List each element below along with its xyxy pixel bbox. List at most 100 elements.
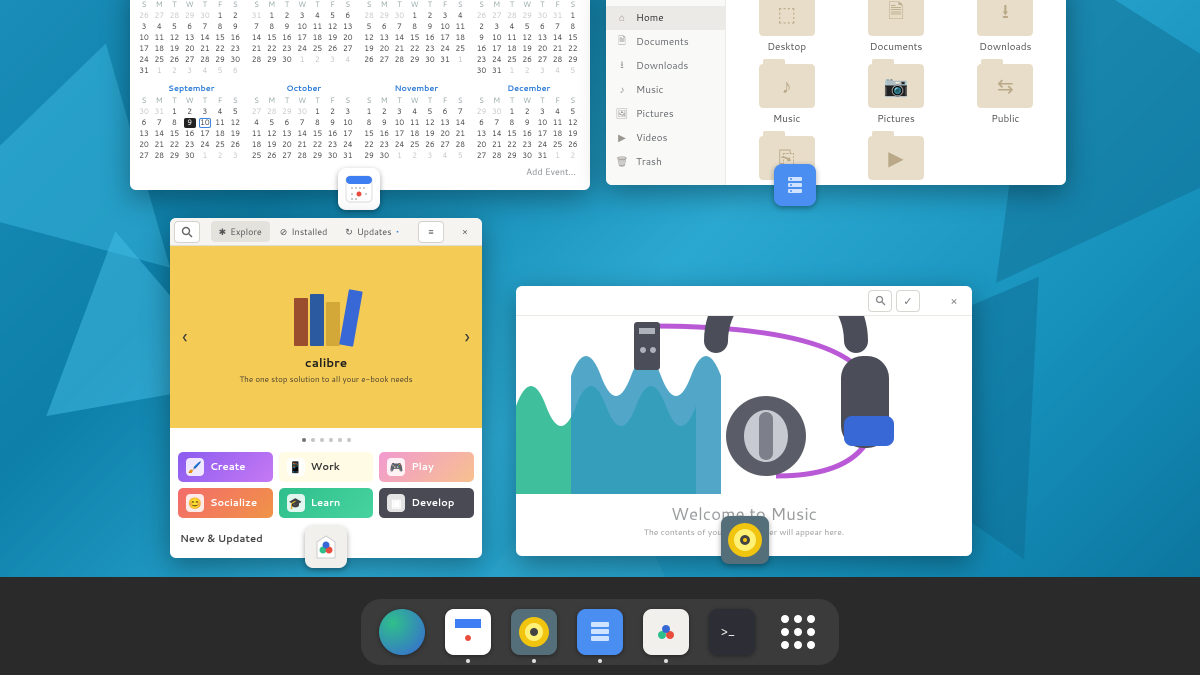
day-cell[interactable]: 28 — [199, 55, 211, 65]
day-cell[interactable]: 15 — [311, 129, 323, 139]
day-cell[interactable]: 1 — [296, 55, 308, 65]
day-cell[interactable]: 9 — [281, 22, 293, 32]
day-cell[interactable]: 23 — [521, 140, 533, 150]
add-event-button[interactable]: Add Event… — [526, 165, 576, 178]
day-cell[interactable]: 3 — [393, 107, 405, 117]
day-cell[interactable]: 8 — [506, 118, 518, 128]
day-cell[interactable]: 7 — [552, 22, 564, 32]
day-cell[interactable]: 10 — [393, 118, 405, 128]
day-cell[interactable]: 11 — [153, 33, 165, 43]
day-cell[interactable]: 4 — [342, 55, 354, 65]
day-cell[interactable]: 25 — [552, 140, 564, 150]
day-cell[interactable]: 12 — [521, 33, 533, 43]
dock-terminal[interactable]: >_ — [709, 609, 755, 655]
day-cell[interactable]: 30 — [476, 66, 488, 76]
day-cell[interactable]: 5 — [363, 22, 375, 32]
day-cell[interactable]: 4 — [153, 22, 165, 32]
day-cell[interactable]: 4 — [311, 11, 323, 21]
day-cell[interactable]: 4 — [251, 118, 263, 128]
day-cell[interactable]: 28 — [552, 55, 564, 65]
day-cell[interactable]: 31 — [536, 151, 548, 161]
day-cell[interactable]: 22 — [214, 44, 226, 54]
day-cell[interactable]: 29 — [184, 11, 196, 21]
day-cell[interactable]: 2 — [378, 107, 390, 117]
day-cell[interactable]: 23 — [424, 44, 436, 54]
day-cell[interactable]: 31 — [153, 107, 165, 117]
day-cell[interactable]: 22 — [567, 44, 579, 54]
day-cell[interactable]: 18 — [454, 33, 466, 43]
day-cell[interactable]: 30 — [521, 151, 533, 161]
day-cell[interactable]: 6 — [439, 107, 451, 117]
day-cell[interactable]: 1 — [311, 107, 323, 117]
day-cell[interactable]: 1 — [552, 151, 564, 161]
calendar-month[interactable]: DecemberSMTWTFS2930123456789101112131415… — [476, 82, 583, 161]
category-work[interactable]: 📱Work — [279, 452, 374, 482]
day-cell[interactable]: 15 — [168, 129, 180, 139]
day-cell[interactable]: 28 — [266, 107, 278, 117]
day-cell[interactable]: 27 — [153, 11, 165, 21]
day-cell[interactable]: 30 — [327, 151, 339, 161]
day-cell[interactable]: 2 — [214, 151, 226, 161]
day-cell[interactable]: 30 — [536, 11, 548, 21]
day-cell[interactable]: 26 — [138, 11, 150, 21]
day-cell[interactable]: 30 — [199, 11, 211, 21]
day-cell[interactable]: 10 — [199, 118, 211, 128]
dock-files[interactable] — [577, 609, 623, 655]
day-cell[interactable]: 5 — [168, 22, 180, 32]
banner-prev[interactable]: ‹ — [182, 323, 188, 351]
day-cell[interactable]: 15 — [506, 129, 518, 139]
day-cell[interactable]: 24 — [342, 140, 354, 150]
day-cell[interactable]: 24 — [199, 140, 211, 150]
category-play[interactable]: 🎮Play — [379, 452, 474, 482]
day-cell[interactable]: 13 — [476, 129, 488, 139]
day-cell[interactable]: 25 — [214, 140, 226, 150]
day-cell[interactable]: 24 — [536, 140, 548, 150]
day-cell[interactable]: 11 — [214, 118, 226, 128]
day-cell[interactable]: 14 — [454, 118, 466, 128]
folder-desktop[interactable]: ⬚Desktop — [734, 0, 839, 54]
day-cell[interactable]: 8 — [266, 22, 278, 32]
day-cell[interactable]: 7 — [454, 107, 466, 117]
search-button[interactable] — [174, 221, 200, 243]
day-cell[interactable]: 2 — [521, 107, 533, 117]
day-cell[interactable]: 5 — [214, 66, 226, 76]
day-cell[interactable]: 27 — [378, 55, 390, 65]
day-cell[interactable]: 3 — [229, 151, 241, 161]
day-cell[interactable]: 21 — [296, 140, 308, 150]
day-cell[interactable]: 4 — [552, 107, 564, 117]
day-cell[interactable]: 28 — [168, 11, 180, 21]
day-cell[interactable]: 18 — [409, 129, 421, 139]
close-button[interactable]: × — [942, 290, 966, 312]
day-cell[interactable]: 4 — [506, 22, 518, 32]
day-cell[interactable]: 4 — [552, 66, 564, 76]
day-cell[interactable]: 18 — [506, 44, 518, 54]
software-window[interactable]: ✱Explore ⊘Installed ↻Updates• ≡ × ‹ › ca… — [170, 218, 482, 558]
day-cell[interactable]: 3 — [184, 66, 196, 76]
calendar-month[interactable]: JuneSMTWTFS31123456789101112131415161718… — [251, 0, 358, 76]
day-cell[interactable]: 19 — [567, 129, 579, 139]
day-cell[interactable]: 26 — [424, 140, 436, 150]
day-cell[interactable]: 4 — [454, 11, 466, 21]
day-cell[interactable]: 13 — [184, 33, 196, 43]
day-cell[interactable]: 23 — [229, 44, 241, 54]
software-app-icon[interactable] — [305, 526, 347, 568]
day-cell[interactable]: 30 — [229, 55, 241, 65]
day-cell[interactable]: 25 — [454, 44, 466, 54]
day-cell[interactable]: 16 — [184, 129, 196, 139]
day-cell[interactable]: 24 — [439, 44, 451, 54]
day-cell[interactable]: 1 — [168, 107, 180, 117]
day-cell[interactable]: 6 — [229, 66, 241, 76]
day-cell[interactable]: 11 — [251, 129, 263, 139]
day-cell[interactable]: 19 — [168, 44, 180, 54]
hamburger-button[interactable]: ≡ — [418, 221, 444, 243]
day-cell[interactable]: 3 — [536, 66, 548, 76]
day-cell[interactable]: 22 — [311, 140, 323, 150]
day-cell[interactable]: 12 — [363, 33, 375, 43]
day-cell[interactable]: 10 — [138, 33, 150, 43]
day-cell[interactable]: 17 — [491, 44, 503, 54]
day-cell[interactable]: 24 — [296, 44, 308, 54]
music-app-icon[interactable] — [721, 516, 769, 564]
day-cell[interactable]: 5 — [521, 22, 533, 32]
day-cell[interactable]: 28 — [153, 151, 165, 161]
day-cell[interactable]: 6 — [536, 22, 548, 32]
